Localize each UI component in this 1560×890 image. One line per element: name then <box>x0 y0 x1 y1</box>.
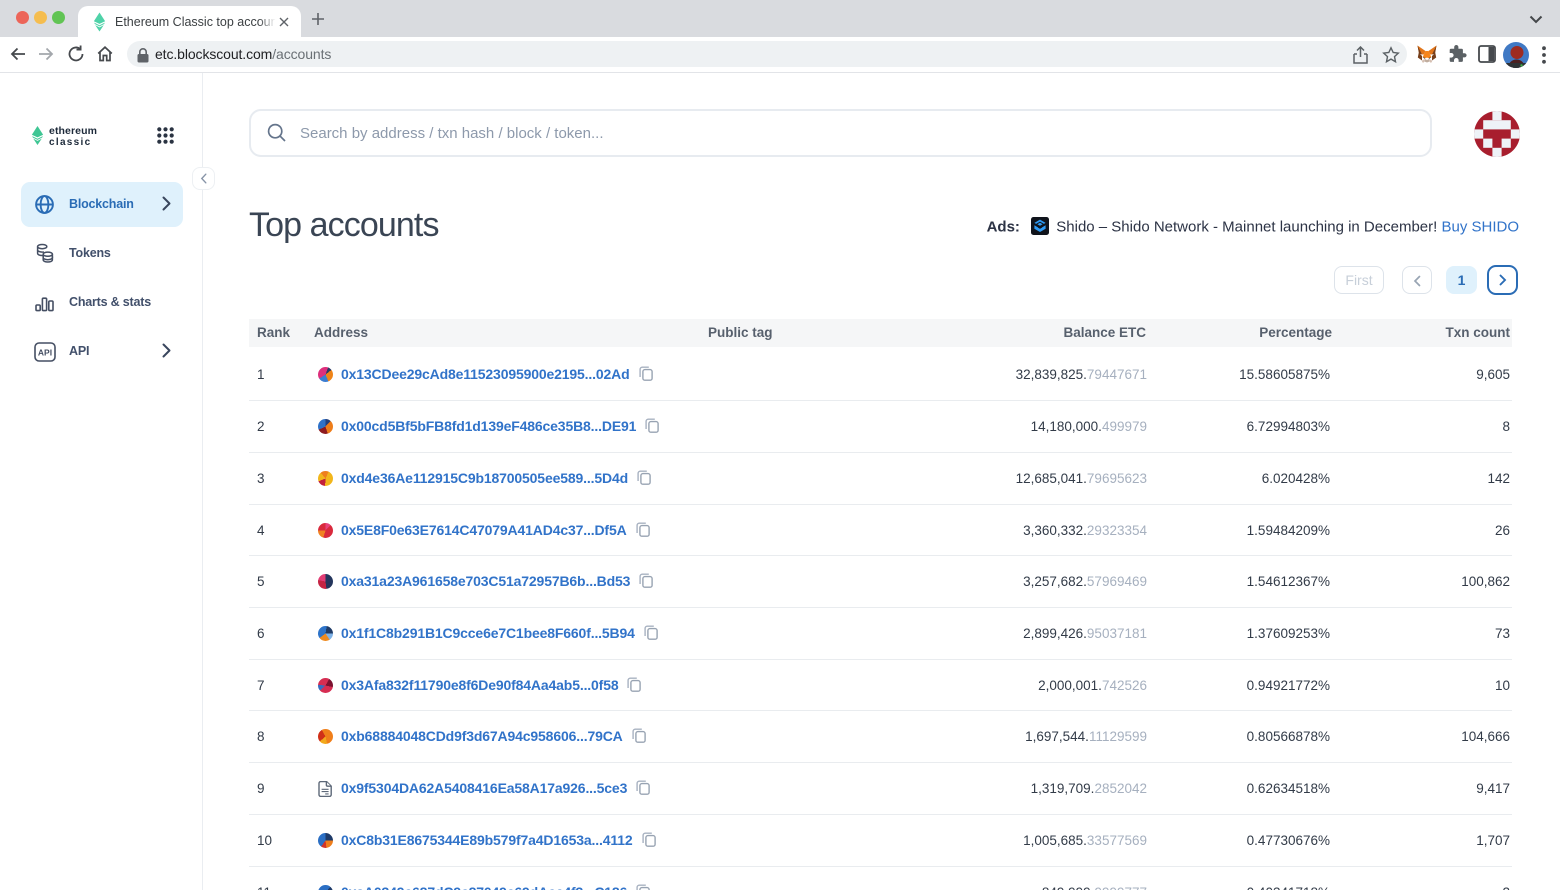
svg-text:API: API <box>38 348 52 358</box>
